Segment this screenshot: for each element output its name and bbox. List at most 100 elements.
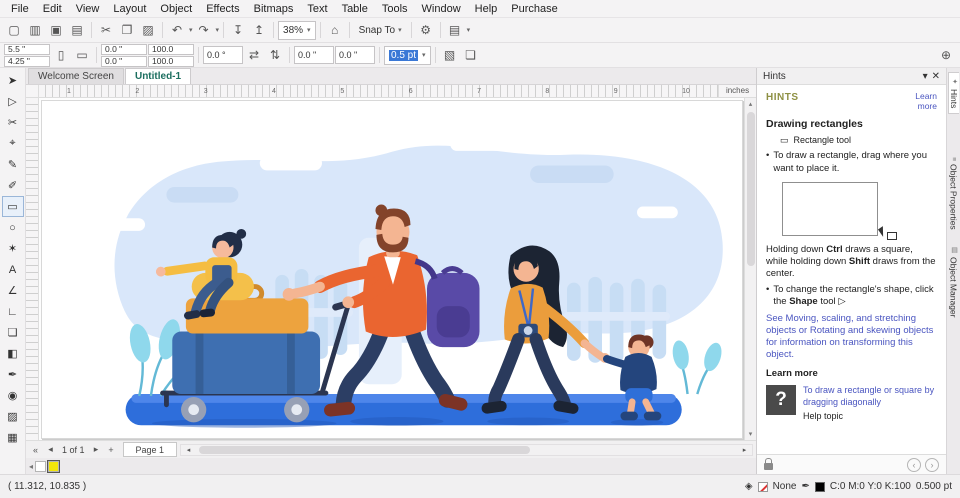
copy-icon[interactable]: ❐ (117, 20, 137, 40)
help-topic-link[interactable]: To draw a rectangle or square by draggin… (803, 385, 937, 408)
redo-icon[interactable]: ↷ (194, 20, 214, 40)
palette-swatch-white[interactable] (35, 460, 47, 472)
mirror-vertical-icon[interactable]: ⇅ (265, 45, 285, 65)
add-plugin-icon[interactable]: ⊕ (936, 45, 956, 65)
undo-icon[interactable]: ↶ (167, 20, 187, 40)
menu-object[interactable]: Object (153, 2, 199, 16)
menu-bitmaps[interactable]: Bitmaps (247, 2, 301, 16)
corner-radius-field-1[interactable]: 0.0 " (294, 46, 334, 64)
next-page-button[interactable]: ▸ (89, 444, 104, 455)
tab-welcome-screen[interactable]: Welcome Screen (28, 68, 124, 84)
zoom-level-combo[interactable]: 38% ▾ (278, 20, 316, 40)
menu-help[interactable]: Help (468, 2, 505, 16)
page-1-tab[interactable]: Page 1 (122, 442, 178, 457)
text-tool[interactable]: A (2, 259, 24, 280)
wrap-text-icon[interactable]: ▧ (440, 45, 460, 65)
position-x-field[interactable]: 0.0 " (101, 43, 147, 55)
add-page-button[interactable]: + (104, 445, 119, 455)
document-page[interactable] (41, 100, 743, 439)
horizontal-scroll-thumb[interactable] (199, 445, 531, 454)
menu-table[interactable]: Table (335, 2, 375, 16)
page-width-field[interactable]: 5.5 " (4, 43, 50, 55)
transparency-tool[interactable]: ◧ (2, 343, 24, 364)
menu-text[interactable]: Text (300, 2, 334, 16)
scroll-left-icon[interactable]: ◂ (181, 446, 196, 454)
first-page-button[interactable]: « (28, 445, 43, 455)
open-icon[interactable]: ▥ (25, 20, 45, 40)
freehand-tool[interactable]: ✎ (2, 154, 24, 175)
export-icon[interactable]: ↥ (249, 20, 269, 40)
save-icon[interactable]: ▣ (46, 20, 66, 40)
portrait-icon[interactable]: ▯ (51, 45, 71, 65)
vertical-scroll-thumb[interactable] (746, 112, 755, 266)
rotating-skewing-link[interactable]: Rotating and skewing objects (810, 325, 934, 336)
drawing-canvas[interactable] (39, 98, 744, 440)
print-icon[interactable]: ▤ (67, 20, 87, 40)
cut-icon[interactable]: ✂ (96, 20, 116, 40)
scale-y-field[interactable]: 100.0 (148, 55, 194, 67)
landscape-icon[interactable]: ▭ (72, 45, 92, 65)
learn-more-link[interactable]: Learn more (901, 91, 937, 112)
rectangle-tool[interactable]: ▭ (1, 196, 24, 217)
scroll-down-icon[interactable]: ▾ (749, 428, 753, 440)
drop-shadow-tool[interactable]: ❏ (2, 322, 24, 343)
position-y-field[interactable]: 0.0 " (101, 55, 147, 67)
menu-window[interactable]: Window (415, 2, 468, 16)
outline-pen-tool[interactable]: ▦ (2, 427, 24, 448)
connector-tool[interactable]: ∟ (2, 301, 24, 322)
menu-effects[interactable]: Effects (199, 2, 246, 16)
pick-tool[interactable]: ➤ (2, 70, 24, 91)
interactive-fill-tool[interactable]: ◉ (2, 385, 24, 406)
hint-forward-icon[interactable]: › (925, 457, 939, 472)
outline-width-combo[interactable]: 0.5 pt ▾ (384, 45, 431, 65)
new-document-icon[interactable]: ▢ (4, 20, 24, 40)
paste-icon[interactable]: ▨ (138, 20, 158, 40)
horizontal-scrollbar[interactable]: ◂ ▸ (180, 443, 753, 456)
dockers-caret-icon[interactable]: ▾ (467, 26, 471, 34)
docker-tab-hints[interactable]: ✦ Hints (948, 72, 959, 115)
menu-purchase[interactable]: Purchase (504, 2, 564, 16)
menu-layout[interactable]: Layout (106, 2, 153, 16)
shape-tool[interactable]: ▷ (2, 91, 24, 112)
undo-dropdown-caret[interactable]: ▾ (189, 26, 193, 34)
horizontal-ruler[interactable]: 1 2 3 4 5 6 7 8 9 10 inches (26, 85, 756, 98)
menu-view[interactable]: View (69, 2, 107, 16)
rotation-angle-field[interactable]: 0.0 ° (203, 46, 243, 64)
scroll-up-icon[interactable]: ▴ (749, 98, 753, 110)
lock-icon[interactable] (764, 458, 773, 470)
vertical-ruler[interactable] (26, 98, 39, 440)
docker-tab-object-manager[interactable]: ▤ Object Manager (949, 241, 959, 322)
hint-back-icon[interactable]: ‹ (907, 457, 921, 472)
docker-tab-object-properties[interactable]: ≡ Object Properties (949, 152, 959, 235)
to-front-icon[interactable]: ❏ (461, 45, 481, 65)
mirror-horizontal-icon[interactable]: ⇄ (244, 45, 264, 65)
menu-tools[interactable]: Tools (375, 2, 415, 16)
scale-x-field[interactable]: 100.0 (148, 43, 194, 55)
smart-fill-tool[interactable]: ▨ (2, 406, 24, 427)
tab-untitled-1[interactable]: Untitled-1 (124, 68, 192, 84)
palette-scroll-icon[interactable]: ◂ (29, 462, 33, 471)
corner-radius-field-2[interactable]: 0.0 " (335, 46, 375, 64)
vertical-scrollbar[interactable]: ▴ ▾ (744, 98, 756, 440)
dockers-icon[interactable]: ▤ (445, 20, 465, 40)
artistic-media-tool[interactable]: ✐ (2, 175, 24, 196)
menu-file[interactable]: File (4, 2, 36, 16)
previous-page-button[interactable]: ◂ (43, 444, 58, 455)
import-icon[interactable]: ↧ (228, 20, 248, 40)
options-gear-icon[interactable]: ⚙ (416, 20, 436, 40)
snap-to-dropdown[interactable]: Snap To ▾ (354, 20, 407, 40)
zoom-tool[interactable]: ⌖ (2, 133, 24, 154)
palette-swatch-yellow[interactable] (47, 459, 61, 473)
scroll-right-icon[interactable]: ▸ (737, 446, 752, 454)
menu-edit[interactable]: Edit (36, 2, 69, 16)
color-eyedropper-tool[interactable]: ✒ (2, 364, 24, 385)
docker-close-icon[interactable]: ✕ (932, 71, 940, 82)
dimension-tool[interactable]: ∠ (2, 280, 24, 301)
docker-flyout-icon[interactable]: ▾ (923, 71, 928, 82)
redo-dropdown-caret[interactable]: ▾ (216, 26, 220, 34)
polygon-tool[interactable]: ✶ (2, 238, 24, 259)
crop-tool[interactable]: ✂ (2, 112, 24, 133)
welcome-screen-icon[interactable]: ⌂ (325, 20, 345, 40)
page-height-field[interactable]: 4.25 " (4, 55, 50, 67)
ellipse-tool[interactable]: ○ (2, 217, 24, 238)
